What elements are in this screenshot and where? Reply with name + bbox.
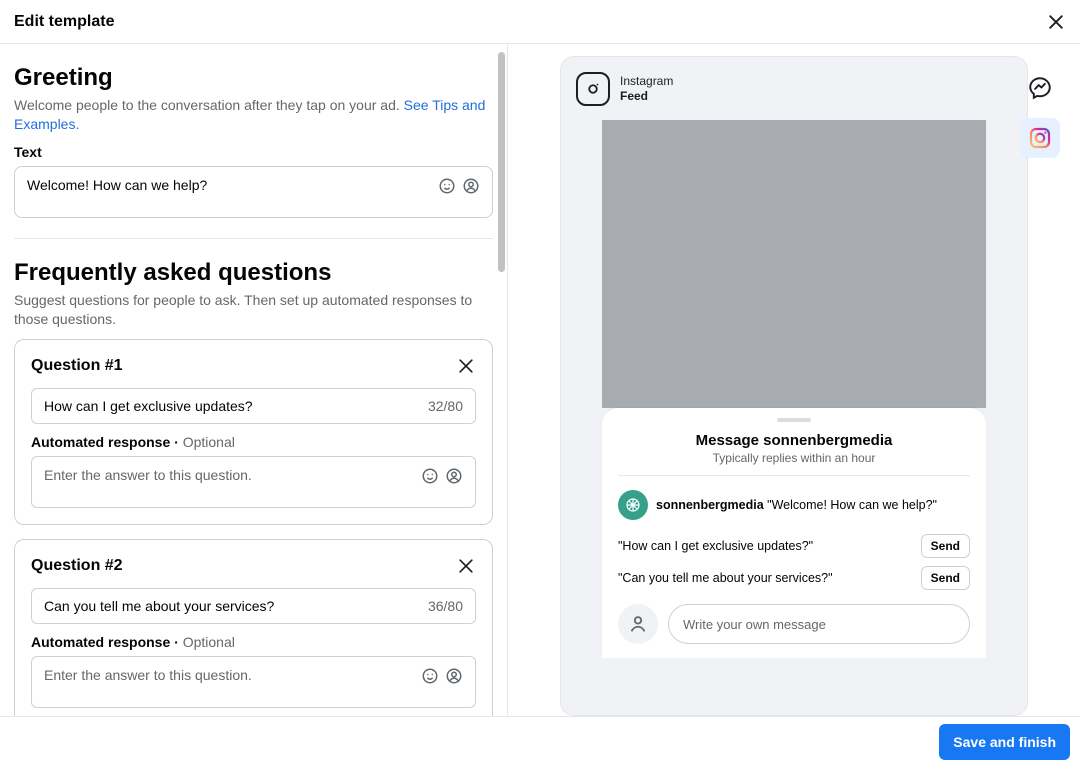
save-and-finish-button[interactable]: Save and finish [939, 724, 1070, 760]
question-card: Question #2 Can you tell me about your s… [14, 539, 493, 716]
preview-question-text: "How can I get exclusive updates?" [618, 539, 813, 553]
scrollbar[interactable] [498, 52, 505, 272]
preview-sheet-subtitle: Typically replies within an hour [618, 451, 970, 476]
form-panel-wrap: Greeting Welcome people to the conversat… [0, 44, 508, 716]
modal-body: Greeting Welcome people to the conversat… [0, 44, 1080, 716]
question-title: Question #1 [31, 357, 123, 375]
greeting-text-value: Welcome! How can we help? [27, 177, 438, 193]
auto-response-placeholder: Enter the answer to this question. [44, 467, 421, 483]
send-button[interactable]: Send [921, 566, 970, 590]
preview-question-text: "Can you tell me about your services?" [618, 571, 833, 585]
char-counter: 36/80 [428, 598, 463, 614]
modal-footer: Save and finish [0, 716, 1080, 767]
preview-bot-name: sonnenbergmedia [656, 498, 764, 512]
user-icon [618, 604, 658, 644]
modal-title: Edit template [14, 13, 114, 31]
preview-bot-message: sonnenbergmedia "Welcome! How can we hel… [618, 490, 970, 520]
greeting-text-label: Text [14, 144, 493, 160]
close-icon[interactable] [1046, 12, 1066, 32]
emoji-icon[interactable] [421, 467, 439, 485]
preview-bot-text: "Welcome! How can we help?" [767, 498, 937, 512]
faq-section-desc: Suggest questions for people to ask. The… [14, 291, 493, 329]
emoji-icon[interactable] [421, 667, 439, 685]
personalize-icon[interactable] [462, 177, 480, 195]
remove-question-icon[interactable] [456, 356, 476, 376]
greeting-desc-text: Welcome people to the conversation after… [14, 97, 404, 113]
form-panel: Greeting Welcome people to the conversat… [0, 44, 507, 716]
section-divider [14, 238, 493, 239]
auto-response-label: Automated response · Optional [31, 434, 476, 450]
auto-response-input[interactable]: Enter the answer to this question. [31, 656, 476, 708]
question-value: How can I get exclusive updates? [44, 398, 428, 414]
messenger-channel-button[interactable] [1020, 68, 1060, 108]
preview-device: Instagram Feed Message sonnenbergmedia T… [560, 56, 1028, 716]
preview-media-placeholder [602, 120, 986, 408]
preview-header: Instagram Feed [560, 72, 1028, 120]
preview-question-row: "Can you tell me about your services?" S… [618, 566, 970, 590]
personalize-icon[interactable] [445, 467, 463, 485]
compose-input[interactable]: Write your own message [668, 604, 970, 644]
remove-question-icon[interactable] [456, 556, 476, 576]
instagram-icon [576, 72, 610, 106]
send-button[interactable]: Send [921, 534, 970, 558]
preview-panel: Instagram Feed Message sonnenbergmedia T… [508, 44, 1080, 716]
personalize-icon[interactable] [445, 667, 463, 685]
avatar [618, 490, 648, 520]
faq-section-title: Frequently asked questions [14, 259, 493, 287]
question-card: Question #1 How can I get exclusive upda… [14, 339, 493, 525]
preview-question-row: "How can I get exclusive updates?" Send [618, 534, 970, 558]
greeting-section-title: Greeting [14, 64, 493, 92]
auto-response-input[interactable]: Enter the answer to this question. [31, 456, 476, 508]
emoji-icon[interactable] [438, 177, 456, 195]
question-input[interactable]: Can you tell me about your services? 36/… [31, 588, 476, 624]
preview-message-sheet: Message sonnenbergmedia Typically replie… [602, 408, 986, 658]
question-value: Can you tell me about your services? [44, 598, 428, 614]
question-title: Question #2 [31, 557, 123, 575]
sheet-grabber [777, 418, 811, 422]
auto-response-placeholder: Enter the answer to this question. [44, 667, 421, 683]
greeting-text-input[interactable]: Welcome! How can we help? [14, 166, 493, 218]
preview-compose-row: Write your own message [618, 604, 970, 644]
instagram-channel-button[interactable] [1020, 118, 1060, 158]
compose-placeholder: Write your own message [683, 617, 826, 632]
question-input[interactable]: How can I get exclusive updates? 32/80 [31, 388, 476, 424]
modal-header: Edit template [0, 0, 1080, 44]
preview-sheet-title: Message sonnenbergmedia [618, 432, 970, 449]
char-counter: 32/80 [428, 398, 463, 414]
preview-title: Instagram Feed [620, 74, 673, 104]
channel-rail [1020, 68, 1060, 158]
auto-response-label: Automated response · Optional [31, 634, 476, 650]
greeting-section-desc: Welcome people to the conversation after… [14, 96, 493, 134]
